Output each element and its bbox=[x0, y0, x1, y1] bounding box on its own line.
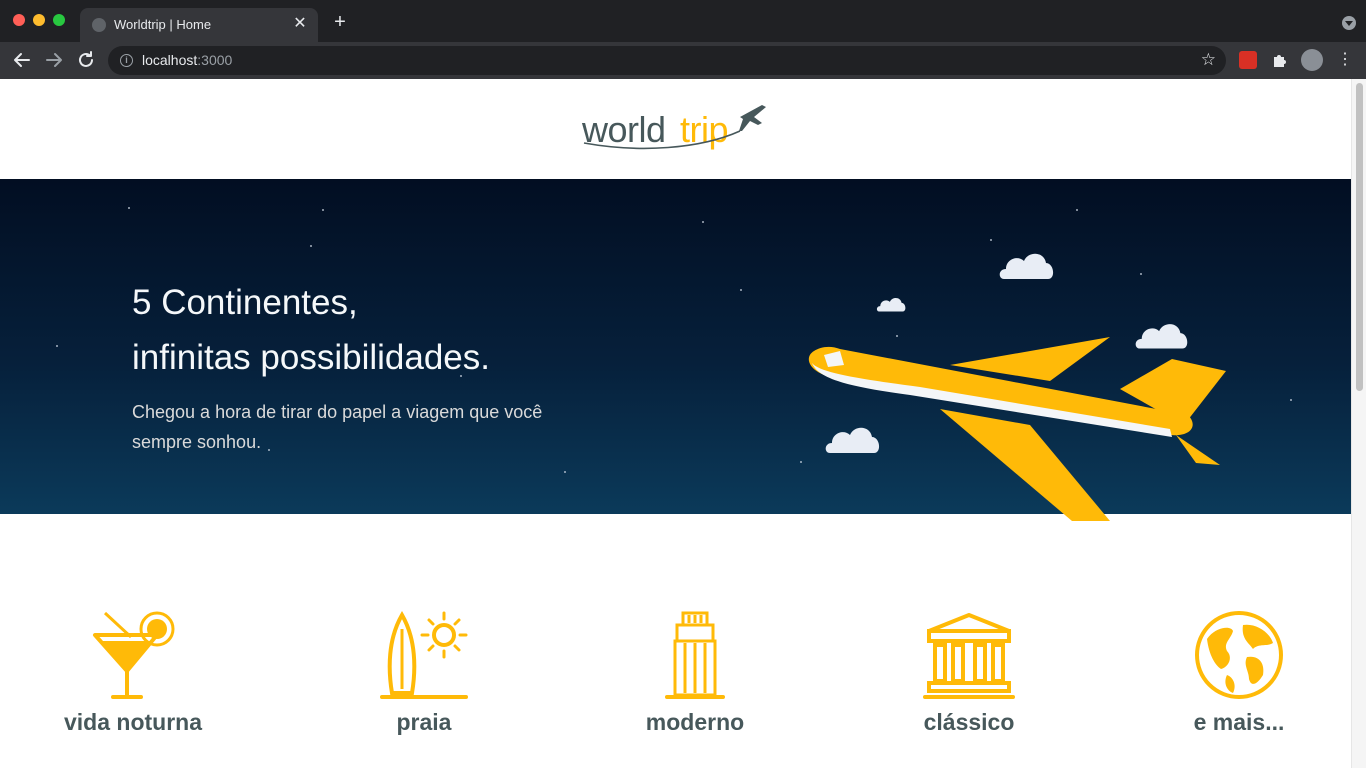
site-header: world trip bbox=[0, 79, 1351, 179]
close-window-button[interactable] bbox=[13, 14, 25, 26]
type-item-moderno[interactable]: moderno bbox=[595, 609, 795, 736]
scrollbar-thumb[interactable] bbox=[1356, 83, 1363, 391]
globe-icon bbox=[1195, 611, 1283, 699]
url-text[interactable]: localhost:3000 bbox=[142, 52, 232, 68]
minimize-window-button[interactable] bbox=[33, 14, 45, 26]
site-info-icon[interactable]: i bbox=[120, 54, 133, 67]
type-item-vida-noturna[interactable]: vida noturna bbox=[33, 609, 233, 736]
logo-plane-icon bbox=[583, 105, 766, 150]
extensions-puzzle-icon[interactable] bbox=[1271, 51, 1289, 69]
close-tab-icon[interactable]: ✕ bbox=[290, 14, 310, 34]
profile-avatar[interactable] bbox=[1301, 49, 1323, 71]
browser-toolbar: i localhost:3000 ☆ ⋮ bbox=[0, 42, 1366, 79]
arrow-left-icon bbox=[14, 53, 30, 67]
type-item-praia[interactable]: praia bbox=[324, 609, 524, 736]
type-label: vida noturna bbox=[63, 709, 202, 735]
worldtrip-logo[interactable]: world trip bbox=[580, 101, 770, 161]
type-label: clássico bbox=[923, 709, 1015, 735]
address-bar[interactable]: i localhost:3000 ☆ bbox=[108, 46, 1226, 75]
tab-title: Worldtrip | Home bbox=[114, 17, 212, 32]
globe-favicon-icon bbox=[92, 18, 106, 32]
airplane-illustration bbox=[808, 337, 1226, 521]
banner-title: 5 Continentes, infinitas possibilidades. bbox=[132, 283, 490, 377]
cocktail-icon bbox=[93, 611, 175, 699]
extension-red-icon[interactable] bbox=[1239, 51, 1257, 69]
reload-icon bbox=[79, 51, 93, 67]
browser-menu-icon[interactable]: ⋮ bbox=[1337, 51, 1353, 69]
arrow-right-icon bbox=[46, 53, 62, 67]
type-label: e mais... bbox=[1193, 709, 1285, 735]
travel-types: vida noturna praia moderno clássico e ma… bbox=[0, 609, 1351, 768]
building-icon bbox=[665, 611, 725, 699]
tab-search-button[interactable] bbox=[1342, 16, 1356, 30]
type-item-e-mais[interactable]: e mais... bbox=[1139, 609, 1339, 736]
browser-tab[interactable]: Worldtrip | Home ✕ bbox=[80, 8, 318, 42]
type-label: moderno bbox=[645, 709, 745, 735]
banner-subtitle: Chegou a hora de tirar do papel a viagem… bbox=[132, 402, 543, 452]
bookmark-star-icon[interactable]: ☆ bbox=[1201, 50, 1216, 70]
surfboard-sun-icon bbox=[380, 611, 468, 699]
back-button[interactable] bbox=[10, 48, 34, 72]
museum-icon bbox=[923, 613, 1015, 699]
forward-button[interactable] bbox=[42, 48, 66, 72]
browser-tab-bar: Worldtrip | Home ✕ + bbox=[0, 0, 1366, 42]
maximize-window-button[interactable] bbox=[53, 14, 65, 26]
type-item-classico[interactable]: clássico bbox=[869, 609, 1069, 736]
new-tab-button[interactable]: + bbox=[330, 12, 350, 32]
type-label: praia bbox=[396, 709, 452, 735]
reload-button[interactable] bbox=[74, 48, 98, 72]
page-scrollbar[interactable] bbox=[1351, 79, 1366, 768]
page: world trip 5 Continentes, infinitas poss… bbox=[0, 79, 1366, 768]
